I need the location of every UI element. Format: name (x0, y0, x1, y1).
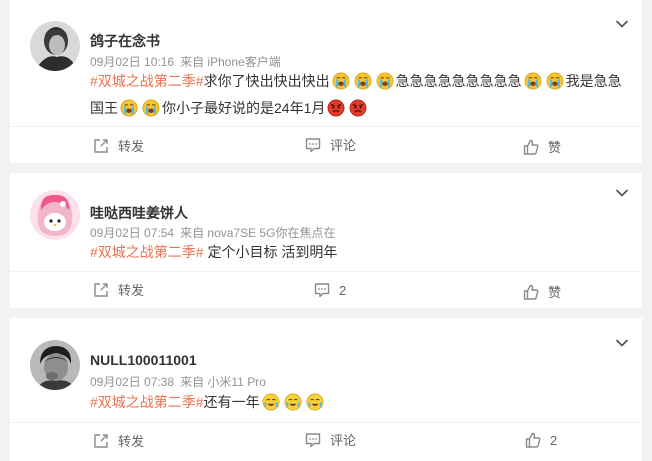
comment-label: 评论 (330, 433, 357, 448)
crying-emoji (120, 99, 138, 117)
avatar[interactable] (30, 340, 80, 390)
like-count: 2 (550, 432, 558, 448)
post-content: #双城之战第二季#还有一年 (90, 389, 630, 416)
tears-of-joy-emoji (284, 393, 302, 411)
crying-emoji (142, 99, 160, 117)
angry-emoji (327, 99, 345, 117)
repost-button[interactable]: 转发 (92, 280, 144, 299)
hashtag-link[interactable]: #双城之战第二季# (90, 73, 204, 89)
post-date[interactable]: 09月02日 10:16 (90, 55, 174, 69)
post-card: 鸽子在念书 09月02日 10:16 来自 iPhone客户端 #双城之战第二季#… (10, 0, 642, 163)
comment-button[interactable]: 2 (313, 281, 346, 299)
post-text: 定个小目标 活到明年 (203, 244, 338, 260)
thumbs-up-icon (522, 138, 540, 156)
post-text: 还有一年 (203, 394, 260, 410)
chevron-down-icon[interactable] (614, 185, 630, 201)
repost-label: 转发 (118, 434, 145, 449)
post-source: 来自 nova7SE 5G你在焦点在 (180, 226, 336, 240)
post-content: #双城之战第二季# 定个小目标 活到明年 (90, 239, 630, 266)
username[interactable]: 哇哒西哇姜饼人 (90, 203, 188, 223)
comment-icon (304, 431, 322, 449)
tears-of-joy-emoji (306, 393, 324, 411)
repost-icon (92, 137, 110, 155)
post-date[interactable]: 09月02日 07:38 (90, 375, 174, 389)
comment-label: 评论 (330, 138, 357, 153)
avatar[interactable] (30, 21, 80, 71)
repost-button[interactable]: 转发 (92, 431, 144, 450)
crying-emoji (524, 72, 542, 90)
comment-button[interactable]: 评论 (304, 135, 356, 154)
hashtag-link[interactable]: #双城之战第二季# (90, 244, 204, 260)
thumbs-up-icon (522, 283, 540, 301)
crying-emoji (376, 72, 394, 90)
repost-label: 转发 (118, 283, 145, 298)
repost-icon (92, 432, 110, 450)
tears-of-joy-emoji (262, 393, 280, 411)
like-button[interactable]: 赞 (522, 282, 561, 301)
avatar[interactable] (30, 190, 80, 240)
crying-emoji (546, 72, 564, 90)
post-text: 你小子最好说的是24年1月 (162, 100, 326, 116)
post-content: #双城之战第二季#求你了快出快出快出 急急急急急急急急急 我是急急国王 你小子最好说的… (90, 68, 630, 122)
comment-count: 2 (339, 282, 347, 298)
like-label: 赞 (548, 285, 562, 300)
crying-emoji (332, 72, 350, 90)
like-label: 赞 (548, 140, 562, 155)
thumbs-up-icon (524, 431, 542, 449)
username[interactable]: 鸽子在念书 (90, 31, 160, 51)
chevron-down-icon[interactable] (614, 16, 630, 32)
comment-icon (304, 136, 322, 154)
like-button[interactable]: 赞 (522, 137, 561, 156)
post-text: 求你了快出快出快出 (203, 73, 330, 89)
post-card: NULL100011001 09月02日 07:38 来自 小米11 Pro #双… (10, 318, 642, 461)
post-source: 来自 小米11 Pro (180, 375, 266, 389)
hashtag-link[interactable]: #双城之战第二季# (90, 394, 204, 410)
username[interactable]: NULL100011001 (90, 352, 197, 368)
comment-icon (313, 281, 331, 299)
divider (10, 271, 642, 272)
post-card: 哇哒西哇姜饼人 09月02日 07:54 来自 nova7SE 5G你在焦点在 #… (10, 173, 642, 308)
comment-button[interactable]: 评论 (304, 430, 356, 449)
post-date[interactable]: 09月02日 07:54 (90, 226, 174, 240)
post-meta: 09月02日 07:38 来自 小米11 Pro (90, 373, 272, 390)
like-button[interactable]: 2 (524, 431, 557, 449)
divider (10, 126, 642, 127)
chevron-down-icon[interactable] (614, 335, 630, 351)
angry-emoji (349, 99, 367, 117)
repost-label: 转发 (118, 139, 145, 154)
divider (10, 422, 642, 423)
repost-button[interactable]: 转发 (92, 136, 144, 155)
repost-icon (92, 281, 110, 299)
post-text: 急急急急急急急急急 (395, 73, 522, 89)
post-source: 来自 iPhone客户端 (180, 55, 281, 69)
crying-emoji (354, 72, 372, 90)
